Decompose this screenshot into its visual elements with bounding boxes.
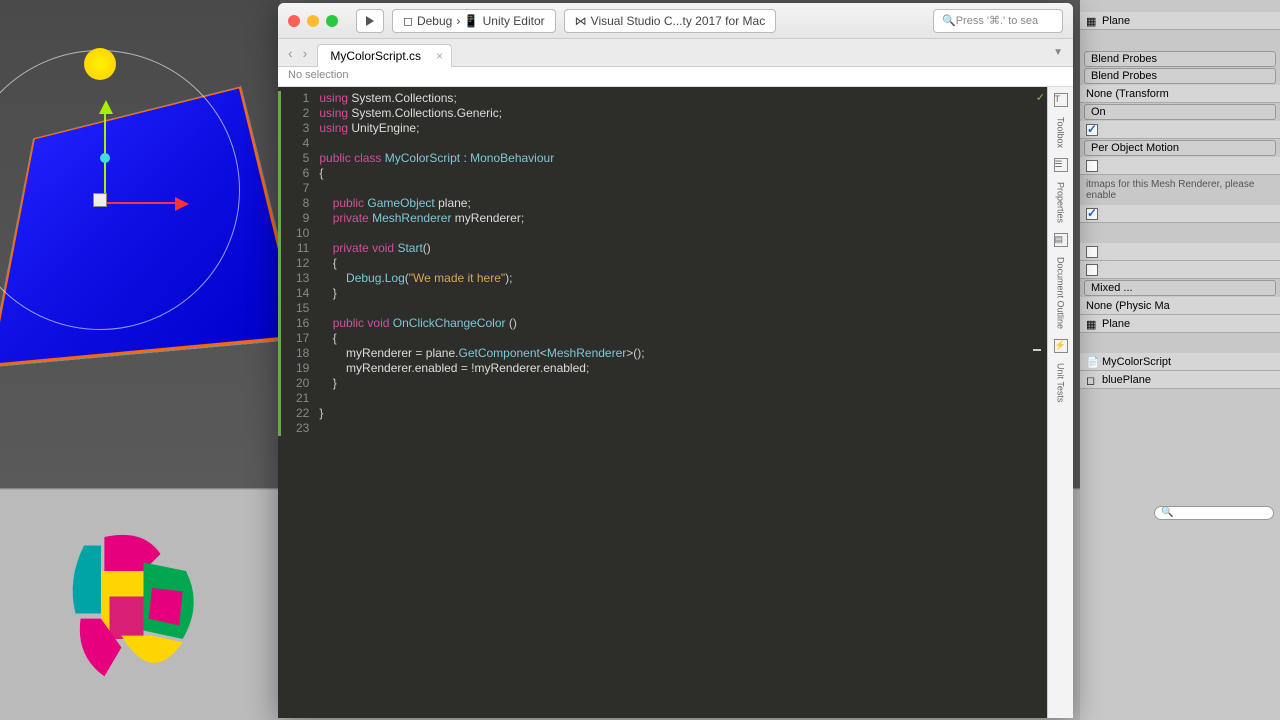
maximize-icon[interactable] <box>326 15 338 27</box>
visual-studio-window: ◻ Debug › 📱 Unity Editor ⋈ Visual Studio… <box>278 3 1073 718</box>
checkbox-icon[interactable] <box>1086 208 1098 220</box>
editor-area: ✓ 1234567891011121314151617181920212223 … <box>278 87 1073 718</box>
inspector-field[interactable]: None (Transform <box>1080 85 1280 103</box>
tool-sidebar: T Toolbox ☰ Properties ▤ Document Outlin… <box>1047 87 1073 718</box>
inspector-field-plane[interactable]: ▦ Plane <box>1080 12 1280 30</box>
tests-icon[interactable]: ⚡ <box>1054 339 1068 353</box>
inspector-dropdown[interactable]: Per Object Motion <box>1084 140 1276 156</box>
scene-view[interactable] <box>0 0 280 490</box>
checkbox-icon[interactable] <box>1086 160 1098 172</box>
window-controls <box>288 15 338 27</box>
checkbox-icon[interactable] <box>1086 124 1098 136</box>
inspector-label: MyColorScript <box>1102 356 1171 368</box>
light-icon[interactable] <box>84 48 116 80</box>
inspector-checkbox-row[interactable] <box>1080 205 1280 223</box>
app-title: ⋈ Visual Studio C...ty 2017 for Mac <box>564 9 777 33</box>
inspector-help-text: itmaps for this Mesh Renderer, please en… <box>1080 175 1280 205</box>
inspector-search[interactable]: 🔍 <box>1154 506 1274 520</box>
code-content[interactable]: using System.Collections; using System.C… <box>319 87 644 718</box>
inspector-dropdown[interactable]: On <box>1084 104 1276 120</box>
watermark-logo <box>50 520 220 690</box>
inspector-object-field[interactable]: ◻ bluePlane <box>1080 371 1280 389</box>
z-axis-handle[interactable] <box>100 153 110 163</box>
checkbox-icon[interactable] <box>1086 246 1098 258</box>
checkbox-icon[interactable] <box>1086 264 1098 276</box>
search-placeholder: Press '⌘.' to sea <box>956 14 1038 27</box>
script-icon: 📄 <box>1086 356 1098 368</box>
unity-inspector: ▦ Plane Blend Probes Blend Probes None (T… <box>1080 0 1280 720</box>
status-indicator-icon: ✓ <box>1036 91 1045 106</box>
file-tab[interactable]: MyColorScript.cs × <box>317 44 452 67</box>
code-editor[interactable]: ✓ 1234567891011121314151617181920212223 … <box>278 87 1047 718</box>
toolbox-icon[interactable]: T <box>1054 93 1068 107</box>
x-axis-line[interactable] <box>105 202 175 204</box>
inspector-label: None (Transform <box>1086 88 1169 100</box>
config-label: Debug <box>417 14 452 28</box>
inspector-script-field[interactable]: 📄 MyColorScript <box>1080 353 1280 371</box>
inspector-checkbox-row[interactable] <box>1080 121 1280 139</box>
inspector-label: Blend Probes <box>1091 53 1157 65</box>
inspector-label: Plane <box>1102 318 1130 330</box>
outline-icon[interactable]: ▤ <box>1054 233 1068 247</box>
inspector-label: None (Physic Ma <box>1086 300 1170 312</box>
inspector-checkbox-row[interactable] <box>1080 157 1280 175</box>
gizmo-center[interactable] <box>93 193 107 207</box>
inspector-label: Blend Probes <box>1091 70 1157 82</box>
titlebar[interactable]: ◻ Debug › 📱 Unity Editor ⋈ Visual Studio… <box>278 3 1073 39</box>
mesh-icon: ▦ <box>1086 15 1098 27</box>
change-indicator <box>278 91 281 436</box>
unit-tests-tab[interactable]: Unit Tests <box>1056 359 1066 406</box>
inspector-checkbox-row[interactable] <box>1080 243 1280 261</box>
close-tab-icon[interactable]: × <box>436 49 443 63</box>
tab-bar: ‹ › MyColorScript.cs × ▼ <box>278 39 1073 67</box>
gameobject-icon: ◻ <box>1086 374 1098 386</box>
inspector-dropdown[interactable]: Mixed ... <box>1084 280 1276 296</box>
toolbox-tab[interactable]: Toolbox <box>1056 113 1066 152</box>
line-gutter: 1234567891011121314151617181920212223 <box>278 87 319 718</box>
inspector-label: On <box>1091 106 1106 118</box>
nav-forward-icon[interactable]: › <box>303 45 308 61</box>
inspector-field[interactable]: None (Physic Ma <box>1080 297 1280 315</box>
inspector-label: bluePlane <box>1102 374 1151 386</box>
app-title-label: Visual Studio C...ty 2017 for Mac <box>591 14 766 28</box>
inspector-field[interactable]: ▦ Plane <box>1080 315 1280 333</box>
inspector-checkbox-row[interactable] <box>1080 261 1280 279</box>
breadcrumb[interactable]: No selection <box>278 67 1073 87</box>
mesh-icon: ▦ <box>1086 318 1098 330</box>
close-icon[interactable] <box>288 15 300 27</box>
nav-back-icon[interactable]: ‹ <box>288 45 293 61</box>
inspector-dropdown[interactable]: Blend Probes <box>1084 68 1276 84</box>
inspector-label: Mixed ... <box>1091 282 1133 294</box>
target-label: Unity Editor <box>483 14 545 28</box>
run-button[interactable] <box>356 9 384 33</box>
x-axis-arrow[interactable] <box>175 197 189 211</box>
y-axis-arrow[interactable] <box>99 100 113 114</box>
inspector-label: Plane <box>1102 15 1130 27</box>
inspector-dropdown[interactable]: Blend Probes <box>1084 51 1276 67</box>
properties-tab[interactable]: Properties <box>1056 178 1066 227</box>
properties-icon[interactable]: ☰ <box>1054 158 1068 172</box>
outline-tab[interactable]: Document Outline <box>1056 253 1066 333</box>
inspector-label: Per Object Motion <box>1091 142 1179 154</box>
minimize-icon[interactable] <box>307 15 319 27</box>
scroll-marker <box>1033 349 1041 351</box>
config-selector[interactable]: ◻ Debug › 📱 Unity Editor <box>392 9 556 33</box>
tab-overflow-icon[interactable]: ▼ <box>1053 47 1063 58</box>
global-search[interactable]: 🔍 Press '⌘.' to sea <box>933 9 1063 33</box>
tab-label: MyColorScript.cs <box>330 49 421 63</box>
